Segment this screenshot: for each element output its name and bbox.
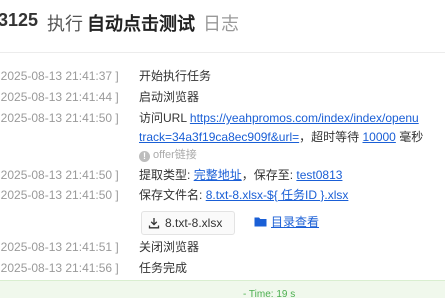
task-id: 3125 [0, 10, 39, 30]
extract-type-label: 提取类型: [139, 168, 191, 182]
exec-label: 执行 [47, 14, 83, 34]
elapsed-time: - Time: 19 s [243, 289, 296, 300]
log-timestamp: [ 2025-08-13 21:41:50 ] [0, 188, 119, 202]
filename-label: 保存文件名: [139, 188, 203, 202]
visit-url-label: 访问URL [139, 111, 187, 125]
folder-icon [254, 217, 267, 227]
view-directory-label: 目录查看 [271, 215, 320, 229]
filename-value[interactable]: 8.txt-8.xlsx-${ 任务ID }.xlsx [206, 188, 349, 202]
file-name: 8.txt-8.xlsx [165, 216, 223, 230]
log-message: 任务完成 [139, 261, 188, 275]
log-timestamp: [ 2025-08-13 21:41:56 ] [0, 261, 119, 275]
log-header: 3125 执行 自动点击测试 日志 [0, 0, 445, 44]
log-message-cont: track=34a3f19ca8ec909f&url=，超时等待 10000 毫… [139, 127, 423, 147]
download-file-button[interactable]: 8.txt-8.xlsx [141, 211, 235, 235]
log-message: 访问URL https://yeahpromos.com/index/index… [139, 108, 419, 128]
log-message: 提取类型: 完整地址，保存至: test0813 [139, 165, 342, 185]
timeout-unit: 毫秒 [399, 130, 424, 144]
visit-url-link[interactable]: https://yeahpromos.com/index/index/openu [190, 111, 419, 125]
log-label: 日志 [203, 14, 239, 34]
save-to-label: ，保存至: [241, 168, 294, 182]
log-timestamp: [ 2025-08-13 21:41:44 ] [0, 90, 119, 104]
log-timestamp: [ 2025-08-13 21:41:37 ] [0, 69, 119, 83]
log-timestamp: [ 2025-08-13 21:41:50 ] [0, 111, 119, 125]
offer-note: ! offer链接 [139, 145, 197, 165]
info-icon: ! [139, 151, 150, 162]
timeout-label: ，超时等待 [299, 130, 360, 144]
log-timestamp: [ 2025-08-13 21:41:50 ] [0, 168, 119, 182]
log-message: 开始执行任务 [139, 69, 212, 83]
header-divider [0, 52, 445, 53]
offer-note-text: offer链接 [153, 149, 197, 161]
log-timestamp: [ 2025-08-13 21:41:51 ] [0, 240, 119, 254]
timeout-value[interactable]: 10000 [362, 130, 395, 144]
extract-type-value[interactable]: 完整地址 [194, 168, 242, 182]
download-icon [148, 218, 160, 229]
log-message: 关闭浏览器 [139, 240, 200, 254]
visit-url-link-cont[interactable]: track=34a3f19ca8ec909f&url= [139, 130, 299, 144]
save-to-value[interactable]: test0813 [296, 168, 342, 182]
log-message: 保存文件名: 8.txt-8.xlsx-${ 任务ID }.xlsx [139, 185, 348, 205]
task-name: 自动点击测试 [87, 14, 195, 34]
status-footer: - Time: 19 s [0, 280, 445, 300]
log-message: 启动浏览器 [139, 90, 200, 104]
